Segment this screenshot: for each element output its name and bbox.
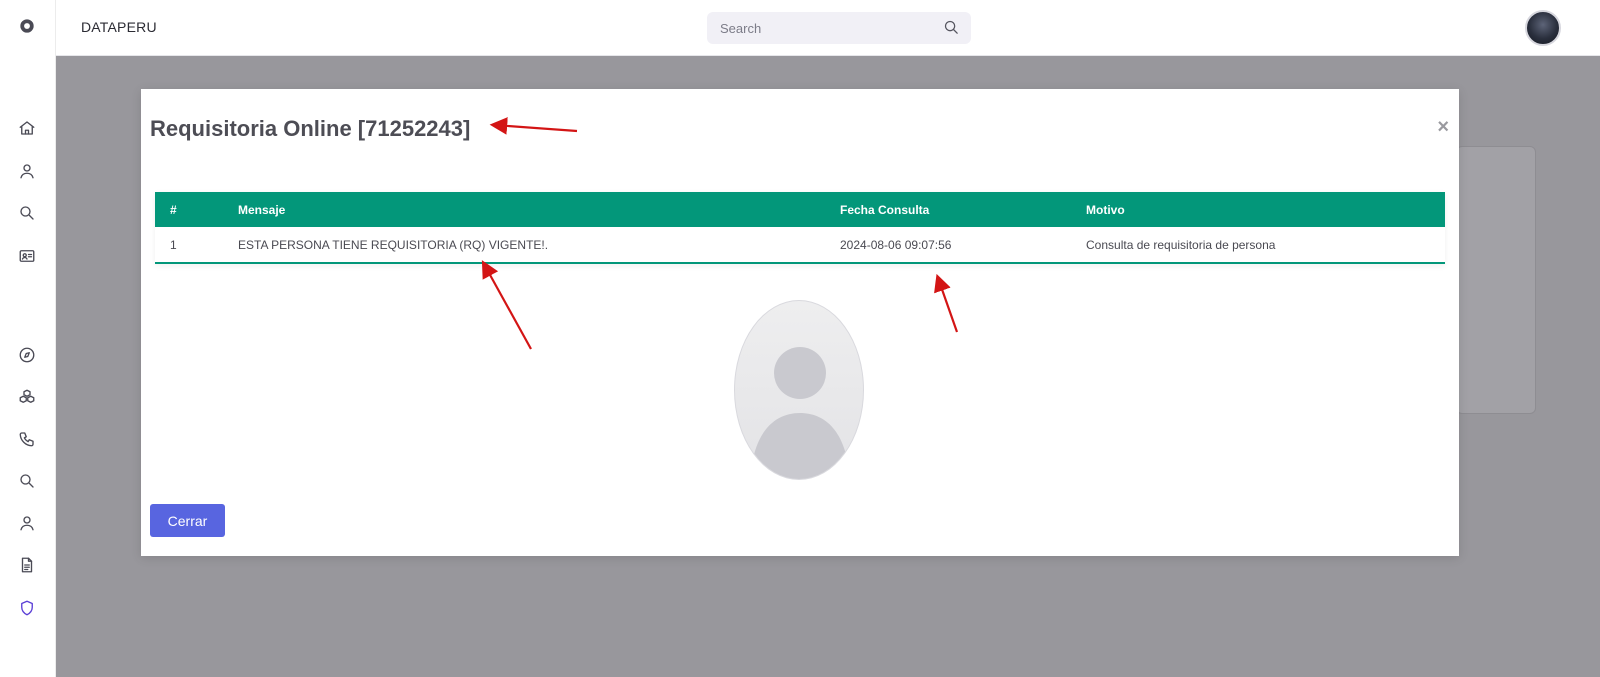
user-icon[interactable] xyxy=(16,160,38,182)
document-icon[interactable] xyxy=(16,554,38,576)
results-table: # Mensaje Fecha Consulta Motivo 1 ESTA P… xyxy=(155,192,1445,264)
cubes-icon[interactable] xyxy=(16,386,38,408)
cell-fecha-consulta: 2024-08-06 09:07:56 xyxy=(825,227,1071,264)
column-header-number: # xyxy=(155,192,223,227)
table-row: 1 ESTA PERSONA TIENE REQUISITORIA (RQ) V… xyxy=(155,227,1445,264)
cell-motivo: Consulta de requisitoria de persona xyxy=(1071,227,1445,264)
cell-number: 1 xyxy=(155,227,223,264)
cell-mensaje: ESTA PERSONA TIENE REQUISITORIA (RQ) VIG… xyxy=(223,227,825,264)
shield-icon[interactable] xyxy=(16,597,38,619)
modal-title: Requisitoria Online [71252243] xyxy=(150,116,471,141)
search-icon[interactable] xyxy=(943,19,961,37)
home-icon[interactable] xyxy=(16,117,38,139)
brand-name: DATAPERU xyxy=(81,19,157,35)
avatar[interactable] xyxy=(1525,10,1561,46)
user-icon[interactable] xyxy=(16,512,38,534)
person-photo-placeholder xyxy=(734,300,864,480)
requisitoria-modal: Requisitoria Online [71252243] × # Mensa… xyxy=(141,89,1459,556)
column-header-fecha-consulta: Fecha Consulta xyxy=(825,192,1071,227)
search-box xyxy=(707,12,971,44)
phone-icon[interactable] xyxy=(16,428,38,450)
table-header-row: # Mensaje Fecha Consulta Motivo xyxy=(155,192,1445,227)
column-header-motivo: Motivo xyxy=(1071,192,1445,227)
logo-icon[interactable] xyxy=(16,15,38,37)
close-icon[interactable]: × xyxy=(1437,116,1449,138)
cerrar-button[interactable]: Cerrar xyxy=(150,504,225,537)
column-header-mensaje: Mensaje xyxy=(223,192,825,227)
search-input[interactable] xyxy=(707,12,937,44)
top-header: DATAPERU xyxy=(56,0,1600,56)
compass-icon[interactable] xyxy=(16,344,38,366)
sidebar xyxy=(0,0,56,677)
search-icon[interactable] xyxy=(16,202,38,224)
id-card-icon[interactable] xyxy=(16,245,38,267)
search-icon[interactable] xyxy=(16,470,38,492)
background-card xyxy=(1456,146,1536,414)
